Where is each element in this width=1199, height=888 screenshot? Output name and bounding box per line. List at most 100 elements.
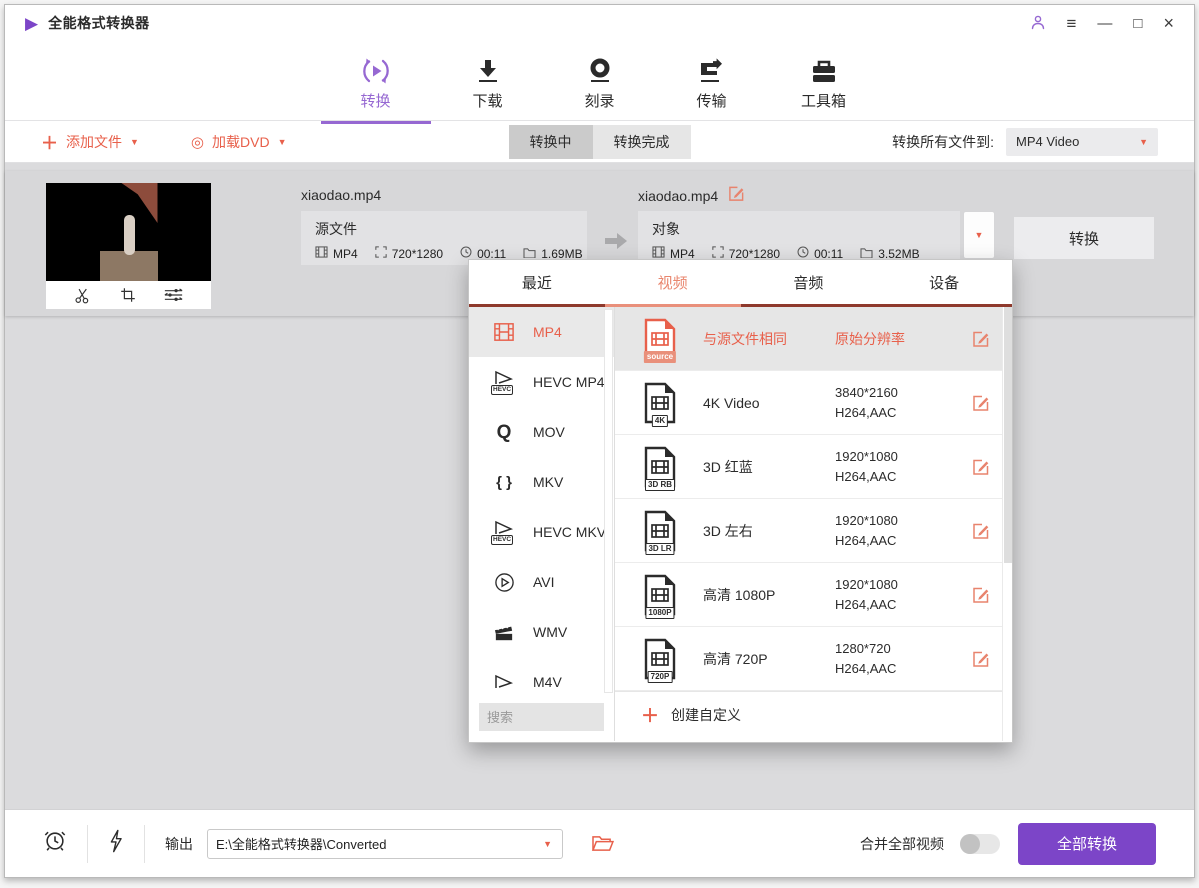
edit-preset-icon[interactable] [972, 458, 990, 476]
add-file-label: 添加文件 [66, 132, 122, 152]
nav-tab-toolbox[interactable]: 工具箱 [793, 54, 855, 121]
hevc-play-icon: HEVC [489, 520, 519, 544]
load-dvd-button[interactable]: ◎ 加载DVD ▼ [191, 132, 287, 152]
preset-resolution: 1920*1080 [835, 577, 955, 592]
format-item-mp4[interactable]: MP4 [469, 307, 614, 357]
preset-list-scrollbar[interactable] [1002, 307, 1012, 741]
preset-name: 高清 1080P [703, 585, 835, 605]
preset-doc-icon: 3D RB [643, 446, 677, 488]
format-label: MOV [533, 424, 565, 440]
close-icon[interactable]: × [1163, 14, 1174, 32]
tab-converting[interactable]: 转换中 [509, 125, 593, 159]
rename-edit-icon[interactable] [728, 185, 745, 207]
chevron-down-icon[interactable]: ▼ [543, 839, 552, 849]
popup-tab-video[interactable]: 视频 [605, 260, 741, 304]
mp4-filmstrip-icon [489, 322, 519, 342]
bottom-bar: 输出 ▼ 合并全部视频 全部转换 [5, 809, 1194, 877]
preset-doc-icon: 1080P [643, 574, 677, 616]
preset-codec: H264,AAC [835, 661, 955, 676]
format-item-mkv[interactable]: { } MKV [469, 457, 614, 507]
edit-preset-icon[interactable] [972, 330, 990, 348]
format-item-hevc-mp4[interactable]: HEVC HEVC MP4 [469, 357, 614, 407]
output-format-select[interactable]: MP4 Video ▼ [1006, 128, 1158, 156]
output-format-value: MP4 Video [1016, 134, 1079, 149]
nav-label-burn: 刻录 [569, 90, 631, 111]
format-search-box [479, 703, 604, 731]
effects-sliders-icon[interactable] [164, 287, 183, 303]
add-file-button[interactable]: ＋ 添加文件 ▼ [41, 129, 139, 154]
nav-tab-download[interactable]: 下载 [457, 54, 519, 121]
format-item-mov[interactable]: Q MOV [469, 407, 614, 457]
format-item-wmv[interactable]: WMV [469, 607, 614, 657]
hevc-play-icon: HEVC [489, 370, 519, 394]
clapperboard-icon [489, 623, 519, 642]
minimize-icon[interactable]: — [1097, 16, 1112, 31]
popup-tab-audio[interactable]: 音频 [741, 260, 877, 304]
preset-resolution: 3840*2160 [835, 385, 955, 400]
mkv-braces-icon: { } [489, 475, 519, 490]
preset-row-1080p[interactable]: 1080P 高清 1080P 1920*1080 H264,AAC [615, 563, 1012, 627]
video-thumbnail [46, 183, 211, 309]
nav-label-convert: 转换 [345, 90, 407, 111]
convert-file-button[interactable]: 转换 [1014, 217, 1154, 259]
plus-icon: ＋ [641, 702, 659, 728]
preset-doc-icon: 720P [643, 638, 677, 680]
format-label: AVI [533, 574, 555, 590]
menu-icon[interactable]: ≡ [1067, 15, 1077, 32]
preset-doc-icon: 3D LR [643, 510, 677, 552]
source-resolution: 720*1280 [392, 247, 443, 261]
preset-row-3d-rb[interactable]: 3D RB 3D 红蓝 1920*1080 H264,AAC [615, 435, 1012, 499]
popup-tab-device[interactable]: 设备 [876, 260, 1012, 304]
preset-doc-icon: source [643, 318, 677, 360]
performance-bolt-icon[interactable] [108, 829, 124, 858]
scrollbar-thumb[interactable] [1004, 307, 1012, 563]
preset-resolution: 1280*720 [835, 641, 955, 656]
open-folder-icon[interactable] [591, 834, 614, 853]
nav-tab-transfer[interactable]: 传输 [681, 54, 743, 121]
preset-codec: H264,AAC [835, 469, 955, 484]
crop-icon[interactable] [120, 287, 136, 303]
account-icon[interactable] [1030, 14, 1046, 33]
preset-row-720p[interactable]: 720P 高清 720P 1280*720 H264,AAC [615, 627, 1012, 691]
app-logo-icon: ▶ [25, 15, 38, 32]
edit-preset-icon[interactable] [972, 586, 990, 604]
preset-row-4k[interactable]: 4K 4K Video 3840*2160 H264,AAC [615, 371, 1012, 435]
nav-tab-burn[interactable]: 刻录 [569, 54, 631, 121]
preset-row-3d-lr[interactable]: 3D LR 3D 左右 1920*1080 H264,AAC [615, 499, 1012, 563]
format-label: MKV [533, 474, 563, 490]
popup-tab-recent[interactable]: 最近 [469, 260, 605, 304]
preset-row-same-as-source[interactable]: source 与源文件相同 原始分辨率 [615, 307, 1012, 371]
edit-preset-icon[interactable] [972, 522, 990, 540]
edit-preset-icon[interactable] [972, 394, 990, 412]
schedule-alarm-icon[interactable] [43, 829, 67, 858]
output-path-input[interactable] [208, 830, 562, 858]
format-item-m4v[interactable]: M4V [469, 657, 614, 695]
edit-preset-icon[interactable] [972, 650, 990, 668]
burn-disc-icon [569, 54, 631, 88]
film-icon [315, 246, 328, 261]
format-list-scrollbar[interactable] [604, 309, 613, 693]
maximize-icon[interactable]: □ [1133, 16, 1142, 31]
toggle-knob [960, 834, 980, 854]
merge-videos-toggle[interactable] [960, 834, 1000, 854]
divider [144, 825, 145, 863]
target-box-title: 对象 [652, 219, 946, 239]
nav-tab-convert[interactable]: 转换 [345, 54, 407, 121]
convert-icon [345, 54, 407, 88]
divider [87, 825, 88, 863]
preset-dropdown-button[interactable]: ▼ [963, 211, 995, 259]
convert-all-button[interactable]: 全部转换 [1018, 823, 1156, 865]
dvd-disc-icon: ◎ [191, 133, 204, 151]
preset-codec: H264,AAC [835, 597, 955, 612]
create-custom-button[interactable]: ＋ 创建自定义 [615, 691, 1012, 737]
format-item-hevc-mkv[interactable]: HEVC HEVC MKV [469, 507, 614, 557]
format-item-avi[interactable]: AVI [469, 557, 614, 607]
tab-finished[interactable]: 转换完成 [593, 125, 691, 159]
format-label: HEVC MKV [533, 524, 606, 540]
trim-scissors-icon[interactable] [74, 287, 91, 304]
format-search-input[interactable] [479, 703, 604, 731]
transfer-icon [681, 54, 743, 88]
toolbox-icon [793, 54, 855, 88]
source-format: MP4 [333, 247, 358, 261]
preset-doc-icon: 4K [643, 382, 677, 424]
